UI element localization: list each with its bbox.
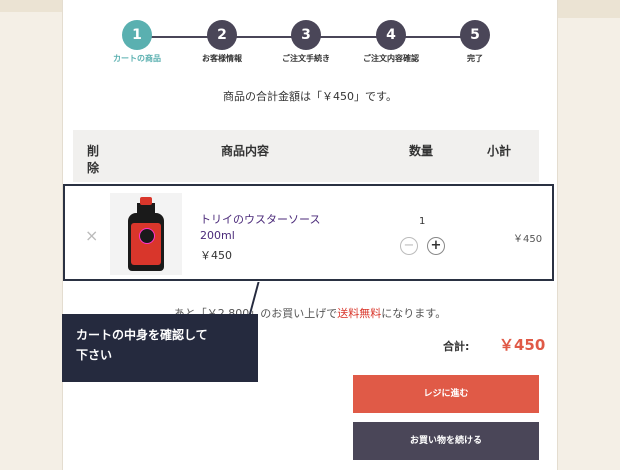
checkout-stepper: 1 カートの商品 2 お客様情報 3 ご注文手続き 4 ご注文内容確認 5 完了 (63, 20, 557, 70)
header-remove-line1: 削 (87, 144, 100, 158)
background-texture (0, 0, 62, 12)
step-label: お客様情報 (202, 54, 242, 63)
step-complete: 5 完了 (430, 20, 520, 64)
quantity-decrease-button[interactable]: − (400, 237, 418, 255)
header-quantity: 数量 (409, 144, 434, 158)
step-order-confirm: 4 ご注文内容確認 (346, 20, 436, 64)
product-size: 200ml (200, 229, 235, 242)
step-number: 1 (122, 20, 152, 50)
remove-item-button[interactable]: × (85, 226, 98, 245)
item-subtotal: ￥450 (513, 234, 543, 245)
product-price: ￥450 (200, 249, 232, 262)
header-remove: 削 除 (87, 142, 99, 176)
tooltip-line: カートの中身を確認して (76, 328, 208, 342)
tooltip-line: 下さい (76, 348, 113, 362)
bottle-cap (140, 197, 152, 205)
step-customer-info: 2 お客様情報 (177, 20, 267, 64)
step-number: 3 (291, 20, 321, 50)
cart-total-message: 商品の合計金額は「￥450」です。 (223, 90, 397, 103)
step-label: カートの商品 (113, 54, 161, 63)
step-label: 完了 (467, 54, 483, 63)
background-texture (557, 0, 620, 18)
header-subtotal: 小計 (487, 144, 512, 158)
product-name-link[interactable]: トリイのウスターソース (200, 211, 320, 227)
quantity-value: 1 (419, 216, 426, 227)
product-image[interactable] (110, 193, 182, 275)
shipping-free: 送料無料 (337, 307, 382, 320)
checkout-button[interactable]: レジに進む (353, 375, 539, 413)
step-label: ご注文手続き (282, 54, 330, 63)
bottle-logo (139, 228, 155, 244)
total-label: 合計: (443, 340, 470, 353)
step-number: 4 (376, 20, 406, 50)
instruction-tooltip: カートの中身を確認して 下さい (62, 314, 258, 382)
cart-table-header: 削 除 商品内容 数量 小計 (73, 130, 539, 182)
shipping-suffix: になります。 (381, 307, 447, 320)
quantity-increase-button[interactable]: + (427, 237, 445, 255)
step-cart: 1 カートの商品 (92, 20, 182, 64)
cart-page: 1 カートの商品 2 お客様情報 3 ご注文手続き 4 ご注文内容確認 5 完了… (62, 0, 558, 470)
step-order-procedure: 3 ご注文手続き (261, 20, 351, 64)
header-product: 商品内容 (221, 144, 270, 158)
continue-shopping-button[interactable]: お買い物を続ける (353, 422, 539, 460)
total-value: ￥450 (499, 336, 546, 354)
header-remove-line2: 除 (87, 161, 100, 175)
cart-item-row: × トリイのウスターソース 200ml ￥450 1 − + ￥450 (63, 184, 554, 281)
step-number: 5 (460, 20, 490, 50)
step-number: 2 (207, 20, 237, 50)
step-label: ご注文内容確認 (363, 54, 419, 63)
